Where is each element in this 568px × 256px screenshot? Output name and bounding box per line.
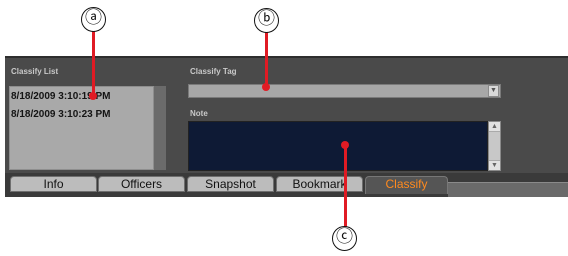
callout-b-line (265, 32, 268, 87)
note-scrollbar[interactable]: ▲ ▼ (488, 121, 501, 171)
scroll-up-icon[interactable]: ▲ (489, 122, 500, 132)
tab-classify[interactable]: Classify (365, 176, 448, 194)
classify-list-label: Classify List (11, 67, 59, 76)
callout-c-line (344, 146, 347, 228)
callout-a-dot (89, 92, 97, 100)
classify-tag-select[interactable] (188, 84, 501, 98)
tab-strip-filler (448, 182, 568, 197)
callout-c-marker: ⓒ (332, 226, 357, 251)
tab-info[interactable]: Info (10, 176, 97, 192)
callout-b-dot (262, 83, 270, 91)
classify-tag-label: Classify Tag (190, 67, 237, 76)
callout-c-dot (341, 141, 349, 149)
callout-b-marker: ⓑ (254, 8, 279, 33)
chevron-down-icon[interactable]: ▼ (488, 85, 499, 97)
scroll-down-icon[interactable]: ▼ (489, 160, 500, 170)
callout-a-marker: ⓐ (81, 7, 106, 32)
note-textarea[interactable] (188, 121, 488, 171)
classify-list-scrollbar[interactable] (154, 86, 166, 170)
tab-officers[interactable]: Officers (98, 176, 185, 192)
classify-list-item[interactable]: 8/18/2009 3:10:23 PM (11, 109, 111, 120)
callout-a-line (92, 31, 95, 95)
panel-top-border (5, 56, 568, 58)
tab-bookmark[interactable]: Bookmark (276, 176, 363, 192)
tab-snapshot[interactable]: Snapshot (187, 176, 274, 192)
note-label: Note (190, 109, 208, 118)
